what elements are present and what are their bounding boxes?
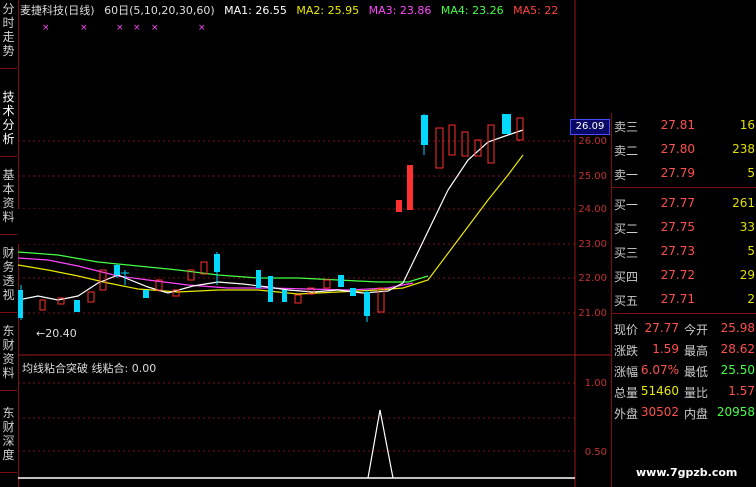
price-tick: 23.00 xyxy=(578,239,607,250)
chart-header: 麦捷科技(日线) 60日(5,10,20,30,60) MA1: 26.55 M… xyxy=(20,2,564,18)
indicator-line xyxy=(367,409,394,479)
quote-panel: 卖三 27.81 16 卖二 27.80 238 卖一 27.79 5 买一 27.77 261… xyxy=(611,113,756,487)
tab-technical[interactable]: 技术分析 xyxy=(0,88,17,157)
watermark: www.7gpzb.com xyxy=(636,466,738,479)
stat-row: 外盘 30502 内盘 20958 xyxy=(614,405,755,421)
svg-text:×: × xyxy=(151,23,159,33)
tab-eastmoney-depth[interactable]: 东财深度 xyxy=(0,404,17,473)
min-price-marker: ←20.40 xyxy=(36,327,77,340)
ask-row: 卖一 27.79 5 xyxy=(614,166,755,182)
price-tick: 24.00 xyxy=(578,204,607,215)
price-tick: 26.00 xyxy=(578,136,607,147)
price-tick: 25.00 xyxy=(578,171,607,182)
svg-text:×: × xyxy=(80,23,88,33)
stat-row: 涨跌 1.59 最高 28.62 xyxy=(614,342,755,358)
ma4-readout: MA4: 23.26 xyxy=(440,4,504,17)
svg-text:×: × xyxy=(198,23,206,33)
price-gridlines xyxy=(18,140,575,452)
ma2-readout: MA2: 25.95 xyxy=(296,4,360,17)
ma3-readout: MA3: 23.86 xyxy=(368,4,432,17)
tab-fundamentals[interactable]: 基本资料 xyxy=(0,166,17,235)
price-axis: 26.00 25.00 24.00 23.00 22.00 21.00 1.00… xyxy=(575,0,611,487)
ma1-readout: MA1: 26.55 xyxy=(224,4,287,17)
vertical-tab-bar: 分时走势 技术分析 基本资料 财务透视 东财资料 东财深度 xyxy=(0,0,19,487)
stat-row: 现价 27.77 今开 25.98 xyxy=(614,321,755,337)
tab-eastmoney-data[interactable]: 东财资料 xyxy=(0,322,17,391)
stock-title: 麦捷科技(日线) xyxy=(20,4,95,17)
svg-text:×: × xyxy=(133,23,141,33)
bid-row: 买一 27.77 261 xyxy=(614,196,755,212)
price-tick: 21.00 xyxy=(578,308,607,319)
ask-row: 卖二 27.80 238 xyxy=(614,142,755,158)
stat-row: 涨幅 6.07% 最低 25.50 xyxy=(614,363,755,379)
price-tick: 22.00 xyxy=(578,273,607,284)
indicator-tick: 1.00 xyxy=(584,378,607,389)
kline-chart[interactable]: ××× ××× ××× ××× xyxy=(18,0,611,487)
bid-row: 买二 27.75 33 xyxy=(614,220,755,236)
bid-row: 买三 27.73 5 xyxy=(614,244,755,260)
current-price-tag: 26.09 xyxy=(570,119,610,135)
tab-intraday[interactable]: 分时走势 xyxy=(0,0,17,69)
stat-row: 总量 51460 量比 1.57 xyxy=(614,384,755,400)
svg-text:×: × xyxy=(42,23,50,33)
bid-row: 买四 27.72 29 xyxy=(614,268,755,284)
indicator-tick: 0.50 xyxy=(584,447,607,458)
svg-text:×: × xyxy=(116,23,124,33)
ask-row: 卖三 27.81 16 xyxy=(614,118,755,134)
ma-period: 60日(5,10,20,30,60) xyxy=(104,4,215,17)
bid-row: 买五 27.71 2 xyxy=(614,292,755,308)
tab-finance[interactable]: 财务透视 xyxy=(0,244,17,313)
ma5-readout: MA5: 22 xyxy=(513,4,559,17)
indicator-label: 均线粘合突破 线粘合: 0.00 xyxy=(22,362,157,375)
